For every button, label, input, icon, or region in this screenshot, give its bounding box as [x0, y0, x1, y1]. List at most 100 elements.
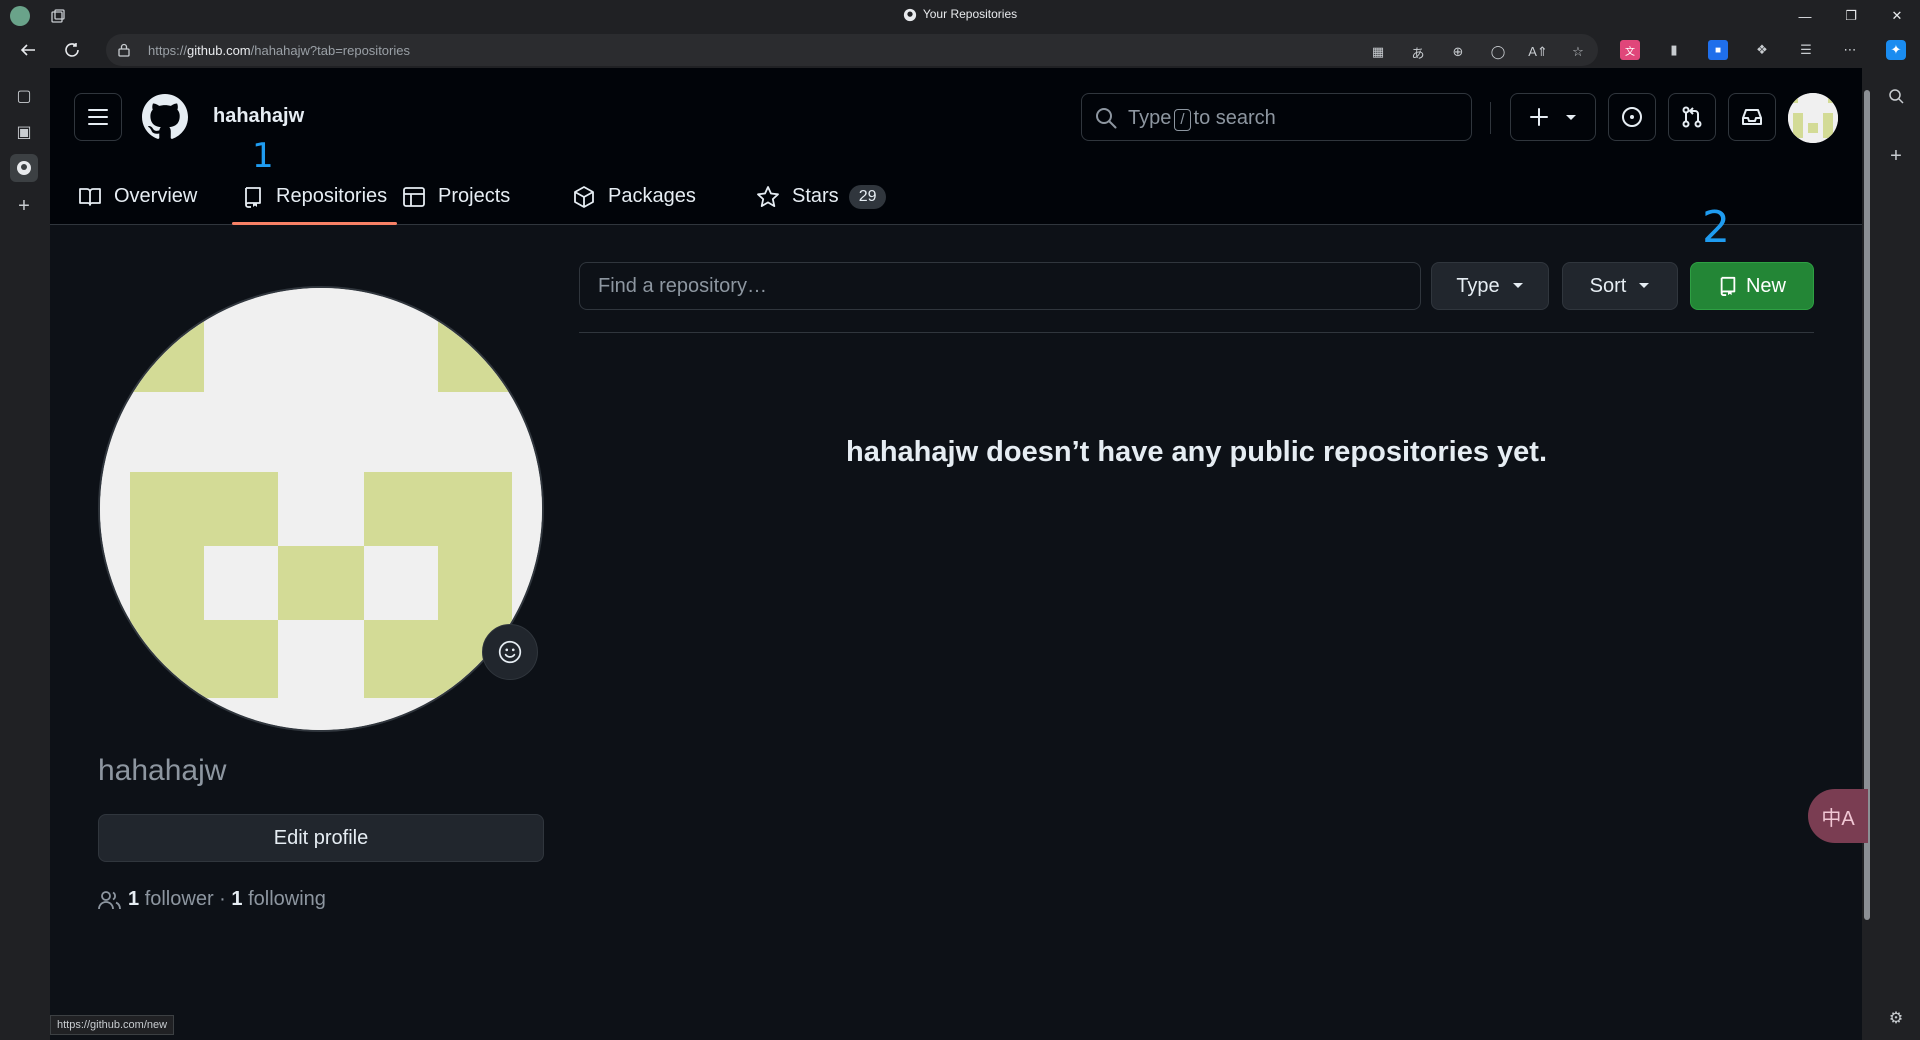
github-tab-rail-icon[interactable]	[10, 154, 38, 182]
vcard-username: hahahajw	[98, 754, 227, 787]
sidebar-settings-icon[interactable]: ⚙	[1882, 1004, 1910, 1032]
issue-opened-icon	[1622, 107, 1642, 127]
following-label: following	[248, 888, 326, 910]
search-shortcut-key: /	[1174, 109, 1191, 131]
inbox-button[interactable]	[1728, 93, 1776, 141]
url-path: /hahahajw?tab=repositories	[250, 43, 410, 58]
read-aloud-translate-icon[interactable]: あ	[1408, 42, 1428, 62]
menu-button[interactable]	[74, 93, 122, 141]
status-url-bar: https://github.com/new	[50, 1015, 175, 1035]
git-pull-request-icon	[1682, 106, 1702, 128]
triangle-down-icon	[1512, 283, 1523, 288]
extensions-puzzle-icon[interactable]: ❖	[1752, 40, 1772, 60]
url-text: https://github.com/hahahajw?tab=reposito…	[148, 43, 410, 58]
copilot-icon[interactable]: ✦	[1886, 40, 1906, 60]
inbox-icon	[1742, 109, 1762, 125]
tab-stars[interactable]: Stars 29	[756, 168, 887, 225]
pinned-tab-icon[interactable]: ▣	[10, 118, 38, 146]
repo-list-divider	[579, 332, 1814, 333]
sort-button[interactable]: Sort	[1562, 262, 1678, 310]
following-count: 1	[231, 888, 243, 910]
favorites-list-icon[interactable]: ☰	[1796, 40, 1816, 60]
context-username[interactable]: hahahajw	[213, 105, 304, 128]
app-available-icon[interactable]: ▦	[1368, 42, 1388, 62]
tab-packages-label: Packages	[608, 185, 696, 207]
annotation-2: 2	[1702, 202, 1730, 253]
sidebar-search-icon[interactable]	[1882, 82, 1910, 110]
stars-counter: 29	[848, 184, 887, 209]
header-divider	[1490, 102, 1491, 134]
smiley-icon	[498, 640, 522, 664]
back-button[interactable]	[12, 34, 44, 66]
tab-projects[interactable]: Projects	[402, 168, 510, 225]
edge-copilot-icon[interactable]: ◯	[1488, 42, 1508, 62]
url-field[interactable]: https://github.com/hahahajw?tab=reposito…	[106, 34, 1598, 66]
set-status-button[interactable]	[482, 624, 538, 680]
identicon-large	[100, 288, 542, 730]
people-icon	[98, 890, 121, 909]
followers-label: follower	[144, 888, 214, 910]
edit-profile-button[interactable]: Edit profile	[98, 814, 544, 862]
restore-button[interactable]: ❐	[1828, 0, 1874, 32]
close-window-button[interactable]: ✕	[1874, 0, 1920, 32]
followers-count: 1	[128, 888, 140, 910]
new-repository-label: New	[1745, 274, 1786, 297]
profile-avatar[interactable]	[98, 286, 544, 732]
pull-requests-button[interactable]	[1668, 93, 1716, 141]
page-scrollbar[interactable]	[1862, 68, 1872, 1040]
empty-repositories-message: hahahajw doesn’t have any public reposit…	[845, 436, 1548, 468]
zoom-icon[interactable]: ⊕	[1448, 42, 1468, 62]
new-tab-icon[interactable]: +	[10, 192, 38, 220]
url-prefix: https://	[148, 43, 188, 58]
tab-repositories[interactable]: Repositories	[232, 168, 398, 225]
search-icon	[1094, 106, 1118, 130]
extension-translate-icon[interactable]: 文	[1620, 40, 1640, 60]
new-repository-button[interactable]: New	[1690, 262, 1814, 310]
github-page: hahahajw Type / to search Overview Repos…	[50, 68, 1862, 1040]
issues-button[interactable]	[1608, 93, 1656, 141]
lock-icon[interactable]	[118, 43, 130, 57]
followers-link[interactable]: 1 follower	[128, 888, 214, 911]
following-link[interactable]: 1 following	[231, 888, 326, 911]
search-placeholder: Type / to search	[1128, 107, 1276, 131]
tab-actions-icon[interactable]: ▢	[10, 82, 38, 110]
browser-titlebar: Your Repositories — ❐ ✕	[0, 0, 1920, 32]
github-header: hahahajw Type / to search Overview Repos…	[50, 68, 1862, 225]
package-icon	[574, 185, 594, 208]
create-new-button[interactable]	[1510, 93, 1596, 141]
sort-label: Sort	[1589, 274, 1627, 297]
type-filter-button[interactable]: Type	[1431, 262, 1549, 310]
github-logo-icon[interactable]	[142, 94, 188, 140]
table-icon	[403, 186, 425, 207]
vertical-tab-rail: ▢ ▣ +	[0, 68, 50, 1040]
url-host: github.com	[187, 43, 251, 58]
type-filter-label: Type	[1456, 274, 1500, 297]
extension-blue-icon[interactable]: ■	[1708, 40, 1728, 60]
user-avatar-button[interactable]	[1788, 93, 1838, 143]
tab-packages[interactable]: Packages	[572, 168, 696, 225]
plus-icon	[1530, 108, 1548, 126]
find-repository-input[interactable]	[580, 263, 1420, 309]
reload-button[interactable]	[56, 34, 88, 66]
tab-projects-label: Projects	[438, 185, 511, 207]
annotation-1: 1	[252, 136, 274, 176]
window-title-text: Your Repositories	[922, 7, 1018, 21]
extension-notes-icon[interactable]: ▮	[1664, 40, 1684, 60]
identicon-small	[1788, 93, 1838, 143]
floating-translate-button[interactable]: 中A	[1808, 789, 1868, 843]
search-input[interactable]: Type / to search	[1081, 93, 1472, 141]
find-repository-field[interactable]	[579, 262, 1421, 310]
follow-separator: ·	[219, 888, 226, 910]
github-tab-icon	[903, 8, 917, 22]
tab-overview-label: Overview	[114, 185, 198, 207]
read-aloud-icon[interactable]: A⇑	[1528, 42, 1548, 62]
edge-sidebar: + ⚙	[1872, 68, 1920, 1040]
more-menu-icon[interactable]: ⋯	[1840, 40, 1860, 60]
sidebar-add-icon[interactable]: +	[1882, 142, 1910, 170]
tab-overview[interactable]: Overview	[78, 168, 197, 225]
favorite-star-icon[interactable]: ☆	[1568, 42, 1588, 62]
tab-repositories-label: Repositories	[276, 185, 388, 207]
repo-icon	[245, 186, 261, 208]
minimize-button[interactable]: —	[1782, 0, 1828, 32]
follow-stats: 1 follower · 1 following	[98, 888, 326, 911]
